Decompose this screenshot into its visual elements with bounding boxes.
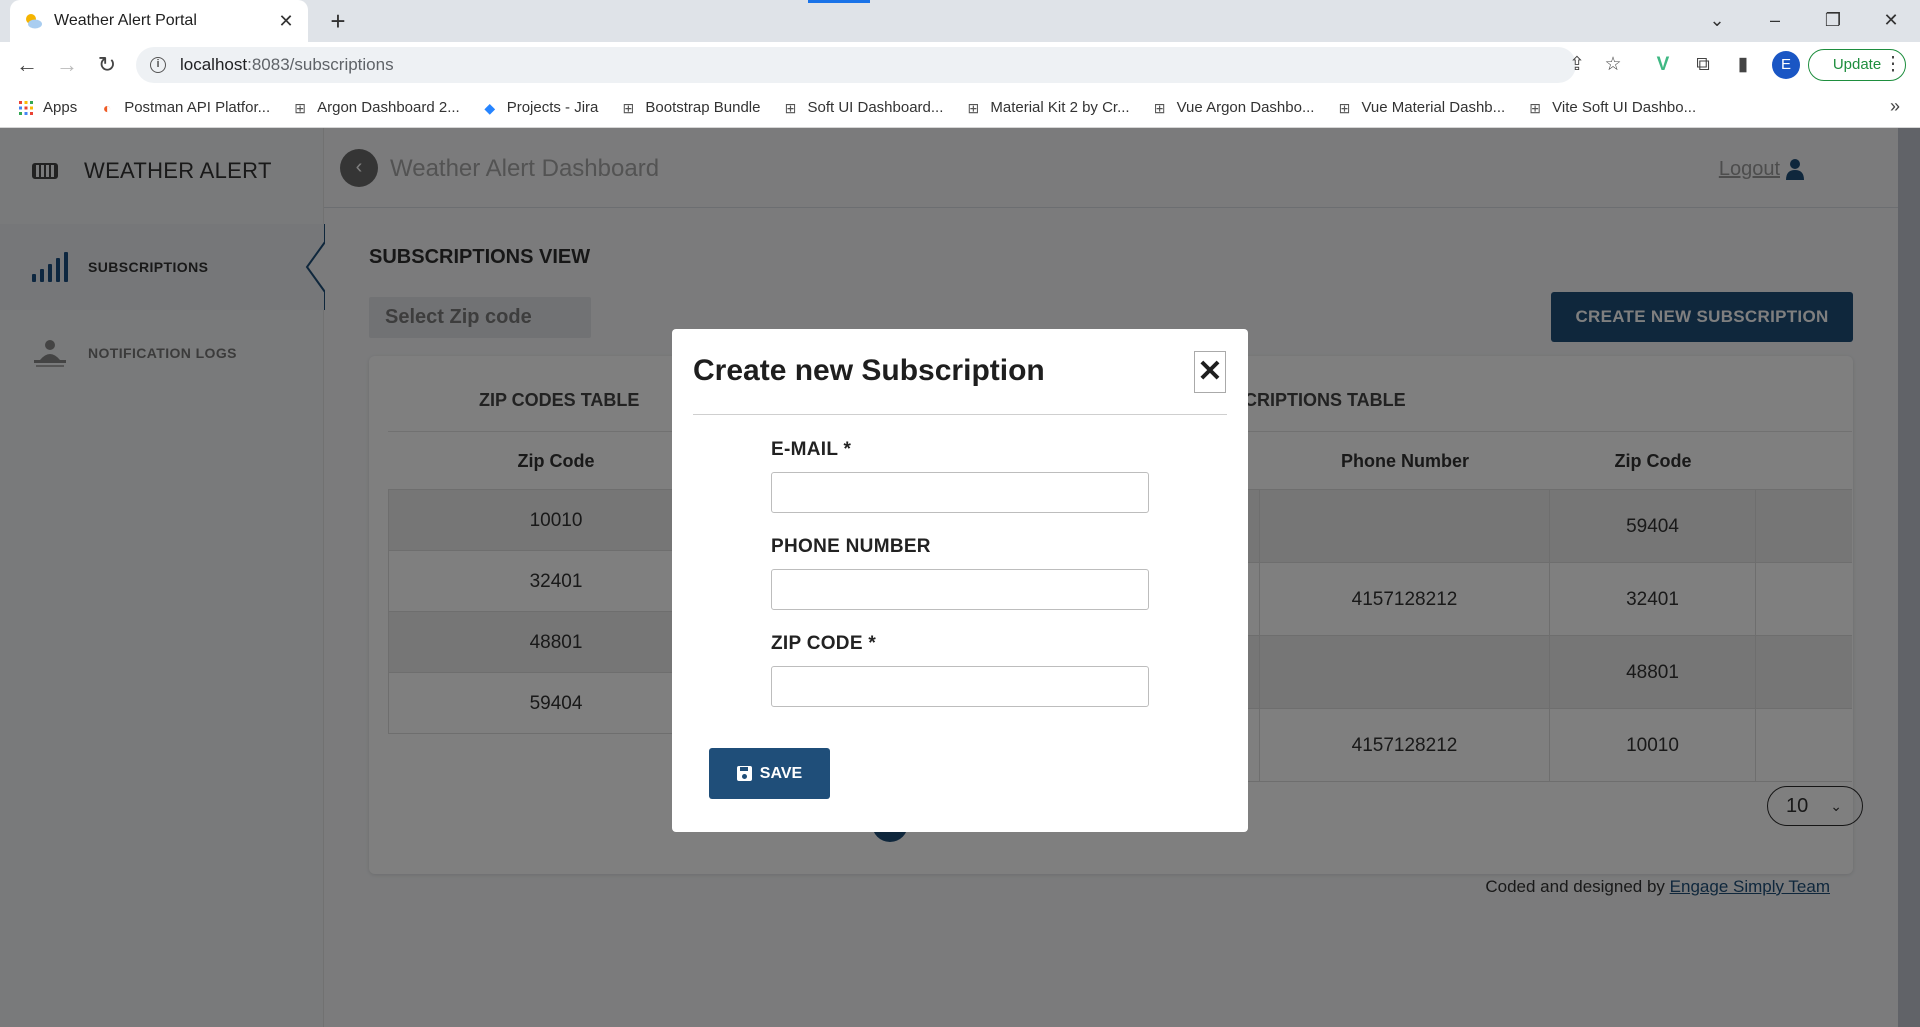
bookmark-apps[interactable]: Apps [18, 99, 77, 116]
bookmark-label: Vue Argon Dashbo... [1176, 99, 1315, 116]
new-tab-button[interactable]: + [322, 6, 354, 38]
modal-divider [693, 414, 1227, 415]
tab-search-icon[interactable]: ⌄ [1694, 4, 1740, 36]
tabstrip-indicator [808, 0, 870, 3]
vue-devtools-icon[interactable]: V [1650, 52, 1676, 78]
save-button-label: SAVE [759, 764, 803, 782]
template-icon: ⊞ [1153, 99, 1166, 116]
bookmark-argon[interactable]: ⊞ Argon Dashboard 2... [292, 99, 460, 116]
bookmark-material-kit[interactable]: ⊞ Material Kit 2 by Cr... [965, 99, 1130, 116]
template-icon: ⊞ [622, 99, 635, 116]
bookmarks-overflow-icon[interactable]: » [1890, 96, 1900, 117]
bookmark-label: Soft UI Dashboard... [807, 99, 944, 116]
url-host: localhost [180, 55, 248, 74]
template-icon: ⊞ [967, 99, 980, 116]
bookmark-label: Projects - Jira [506, 99, 599, 116]
back-arrow-icon[interactable]: ← [12, 50, 42, 80]
close-window-icon[interactable]: ✕ [1868, 4, 1914, 36]
browser-tab[interactable]: Weather Alert Portal ✕ [10, 0, 308, 42]
bookmark-soft-ui[interactable]: ⊞ Soft UI Dashboard... [782, 99, 944, 116]
zip-code-field[interactable] [771, 666, 1149, 707]
url-path: :8083/subscriptions [247, 55, 394, 74]
share-icon[interactable]: ⇪ [1564, 52, 1590, 78]
extensions-icon[interactable]: ⧉ [1690, 52, 1716, 78]
bookmark-label: Bootstrap Bundle [645, 99, 761, 116]
bookmark-bootstrap[interactable]: ⊞ Bootstrap Bundle [620, 99, 761, 116]
restore-icon[interactable]: ❐ [1810, 4, 1856, 36]
email-field[interactable] [771, 472, 1149, 513]
save-button[interactable]: SAVE [709, 748, 830, 799]
modal-title: Create new Subscription [693, 354, 1045, 387]
create-subscription-modal: Create new Subscription ✕ E-MAIL * PHONE… [672, 329, 1248, 832]
email-label: E-MAIL * [771, 439, 852, 460]
close-icon[interactable]: ✕ [1194, 351, 1226, 393]
template-icon: ⊞ [784, 99, 797, 116]
bookmark-vue-material[interactable]: ⊞ Vue Material Dashb... [1336, 99, 1506, 116]
menu-kebab-icon[interactable]: ⋮ [1880, 52, 1906, 78]
site-info-icon[interactable]: i [150, 57, 166, 73]
forward-arrow-icon[interactable]: → [52, 50, 82, 80]
bookmark-label: Material Kit 2 by Cr... [990, 99, 1130, 116]
bookmark-postman[interactable]: ◐ Postman API Platfor... [99, 99, 270, 116]
jira-icon: ◆ [484, 99, 496, 116]
weather-favicon-icon [22, 10, 44, 32]
phone-field[interactable] [771, 569, 1149, 610]
tab-title: Weather Alert Portal [54, 12, 197, 29]
bookmarks-bar: Apps ◐ Postman API Platfor... ⊞ Argon Da… [0, 88, 1920, 128]
bookmark-star-icon[interactable]: ☆ [1600, 52, 1626, 78]
phone-label: PHONE NUMBER [771, 536, 931, 557]
bookmark-label: Apps [43, 99, 78, 116]
bookmark-label: Argon Dashboard 2... [317, 99, 460, 116]
reload-icon[interactable]: ↻ [92, 50, 122, 80]
bookmark-label: Vite Soft UI Dashbo... [1552, 99, 1697, 116]
bookmark-label: Vue Material Dashb... [1361, 99, 1506, 116]
bookmark-label: Postman API Platfor... [124, 99, 271, 116]
minimize-icon[interactable]: – [1752, 4, 1798, 36]
template-icon: ⊞ [294, 99, 306, 116]
apps-grid-icon [18, 100, 34, 116]
bookmark-jira[interactable]: ◆ Projects - Jira [482, 99, 599, 116]
browser-tabstrip: Weather Alert Portal ✕ + ⌄ – ❐ ✕ [0, 0, 1920, 42]
template-icon: ⊞ [1529, 99, 1542, 116]
profile-avatar[interactable]: E [1772, 51, 1800, 79]
browser-toolbar: ← → ↻ i localhost:8083/subscriptions ⇪ ☆… [0, 42, 1920, 88]
bookmark-vite-soft[interactable]: ⊞ Vite Soft UI Dashbo... [1527, 99, 1696, 116]
bookmark-vue-argon[interactable]: ⊞ Vue Argon Dashbo... [1152, 99, 1315, 116]
zip-label: ZIP CODE * [771, 633, 877, 654]
save-floppy-icon [736, 766, 752, 781]
template-icon: ⊞ [1338, 99, 1351, 116]
postman-icon: ◐ [102, 99, 112, 116]
side-panel-icon[interactable]: ▮ [1730, 52, 1756, 78]
tab-close-icon[interactable]: ✕ [276, 11, 296, 32]
address-bar[interactable]: i localhost:8083/subscriptions [136, 47, 1576, 83]
